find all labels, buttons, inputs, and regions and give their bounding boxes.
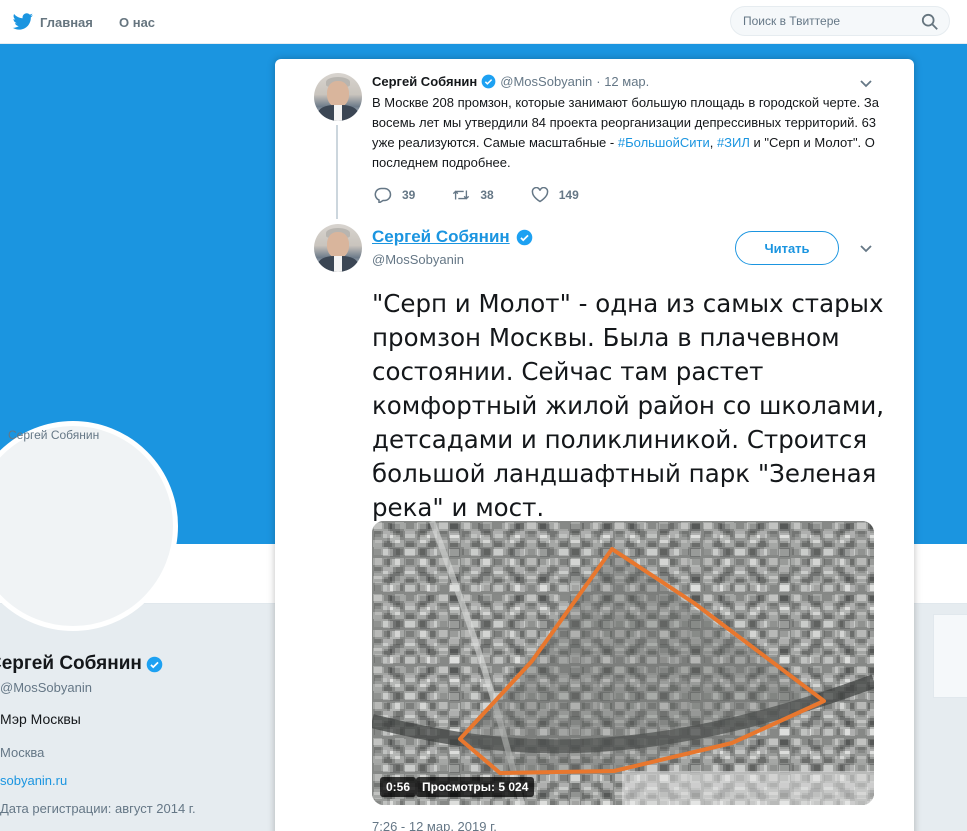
- avatar[interactable]: [314, 224, 362, 272]
- profile-joined: Дата регистрации: август 2014 г.: [0, 801, 196, 816]
- parent-tweet-date[interactable]: · 12 мар.: [596, 74, 649, 89]
- parent-author-name[interactable]: Сергей Собянин: [372, 74, 477, 89]
- verified-icon: [481, 74, 496, 89]
- like-count: 149: [558, 188, 579, 202]
- aerial-map-thumbnail: [372, 521, 874, 805]
- tweet-modal: Сергей Собянин @MosSobyanin · 12 мар. В …: [275, 59, 914, 831]
- thread-line: [336, 125, 338, 219]
- top-nav: Главная О нас: [0, 0, 967, 44]
- follow-button[interactable]: Читать: [735, 231, 839, 265]
- nav-about[interactable]: О нас: [119, 0, 155, 44]
- video-duration: 0:56: [380, 777, 417, 797]
- profile-url[interactable]: sobyanin.ru: [0, 773, 67, 788]
- search-input[interactable]: [743, 7, 913, 35]
- hashtag-link[interactable]: #ЗИЛ: [717, 135, 750, 150]
- parent-author-handle[interactable]: @MosSobyanin: [500, 74, 592, 89]
- parent-tweet-header: Сергей Собянин @MosSobyanin · 12 мар.: [372, 74, 649, 89]
- author-name-text: Сергей Собянин: [372, 227, 510, 246]
- profile-name-text: Сергей Собянин: [0, 653, 142, 674]
- parent-tweet-actions: 39 38 149: [374, 187, 616, 203]
- chevron-down-icon[interactable]: [859, 244, 873, 254]
- video-views: Просмотры: 5 024: [416, 777, 535, 797]
- profile-name[interactable]: Сергей Собянин: [0, 653, 167, 675]
- like-button[interactable]: 149: [531, 187, 579, 203]
- video-player[interactable]: 0:56 Просмотры: 5 024: [372, 521, 874, 805]
- verified-icon: [146, 656, 163, 672]
- hashtag-link[interactable]: #БольшойСити: [618, 135, 710, 150]
- chevron-down-icon[interactable]: [859, 79, 873, 89]
- tweet-timestamp[interactable]: 7:26 - 12 мар. 2019 г.: [372, 819, 497, 831]
- twitter-bird-icon: [12, 13, 33, 30]
- avatar[interactable]: [314, 73, 362, 121]
- search-icon[interactable]: [921, 13, 939, 31]
- search-box: [730, 6, 950, 36]
- reply-icon: [374, 187, 392, 203]
- like-icon: [531, 187, 548, 203]
- nav-about-label: О нас: [119, 14, 156, 30]
- tweet-text: "Серп и Молот" - одна из самых старых пр…: [372, 289, 885, 522]
- nav-home[interactable]: Главная: [12, 0, 93, 44]
- parent-tweet-text: В Москве 208 промзон, которые занимают б…: [372, 93, 882, 173]
- profile-handle: @MosSobyanin: [0, 680, 92, 695]
- retweet-count: 38: [480, 188, 494, 202]
- author-name[interactable]: Сергей Собянин: [372, 227, 537, 247]
- profile-location: Москва: [0, 745, 45, 760]
- reply-button[interactable]: 39: [374, 187, 415, 203]
- nav-home-label: Главная: [40, 14, 93, 30]
- side-card: [933, 614, 967, 698]
- profile-bio: Мэр Москвы: [0, 711, 81, 727]
- retweet-icon: [453, 190, 470, 200]
- profile-avatar-alt: Сергей Собянин: [8, 428, 100, 442]
- author-handle[interactable]: @MosSobyanin: [372, 252, 464, 267]
- retweet-button[interactable]: 38: [452, 187, 494, 203]
- verified-icon: [516, 229, 532, 245]
- reply-count: 39: [402, 188, 416, 202]
- hashtag-sep: ,: [709, 135, 717, 150]
